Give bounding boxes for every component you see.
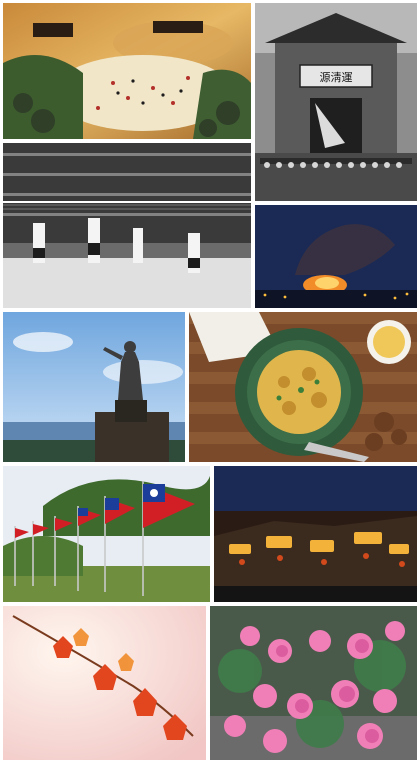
pasta-plate-tile	[189, 312, 417, 462]
volleyball-match-tile	[3, 143, 251, 308]
statue-seaside-tile	[3, 312, 185, 462]
flags-garden-tile	[3, 466, 210, 602]
night-fire-smoke-tile	[255, 205, 417, 308]
gate-sign: 源淸運	[320, 70, 353, 84]
pink-flowers-tile	[210, 606, 417, 760]
maple-leaves-tile	[3, 606, 206, 760]
lantern-town-night-tile	[214, 466, 417, 602]
screen-painting-tile	[3, 3, 251, 139]
historic-gate-tile: 源淸運	[255, 3, 417, 201]
